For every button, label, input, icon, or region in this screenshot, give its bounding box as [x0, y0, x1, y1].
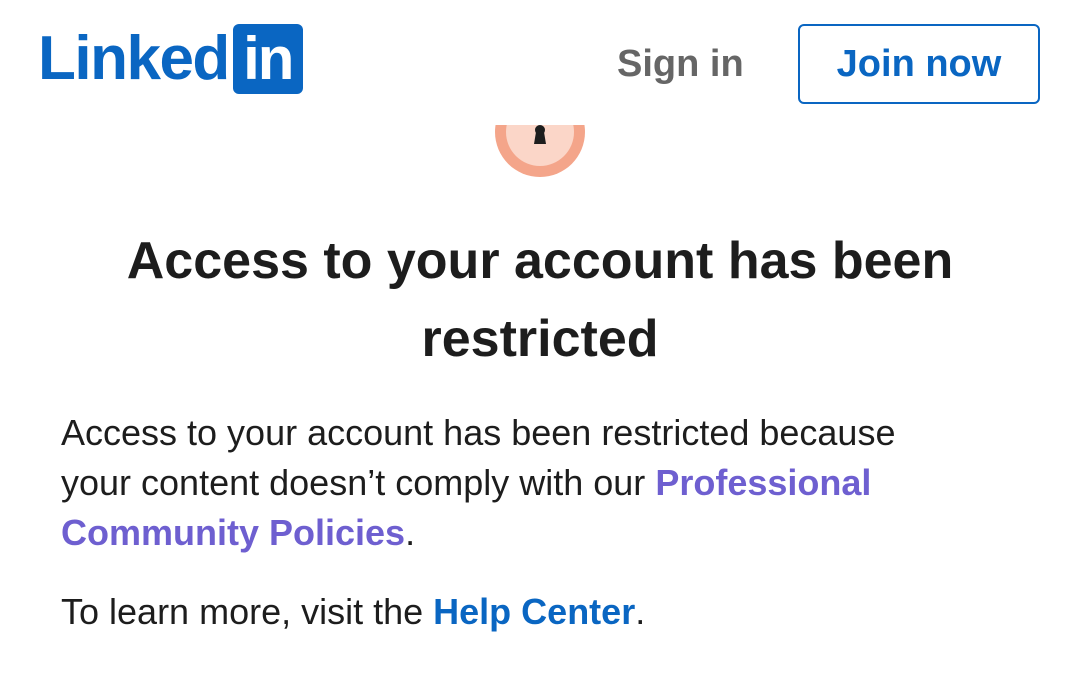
restriction-explanation: Access to your account has been restrict…: [61, 408, 961, 558]
top-nav: Linked in Sign in Join now: [0, 0, 1080, 125]
logo-in-box: in: [232, 24, 303, 94]
linkedin-logo[interactable]: Linked in: [38, 24, 303, 94]
sign-in-button[interactable]: Sign in: [605, 36, 756, 92]
logo-wordmark: Linked: [38, 24, 230, 93]
learn-more-prefix: To learn more, visit the: [61, 591, 434, 632]
join-now-button[interactable]: Join now: [798, 24, 1040, 104]
learn-more-period: .: [635, 591, 646, 632]
page-title: Access to your account has been restrict…: [126, 232, 954, 368]
help-center-link[interactable]: Help Center: [433, 591, 635, 632]
explanation-period: .: [405, 512, 416, 553]
learn-more-text: To learn more, visit the Help Center.: [61, 587, 961, 637]
